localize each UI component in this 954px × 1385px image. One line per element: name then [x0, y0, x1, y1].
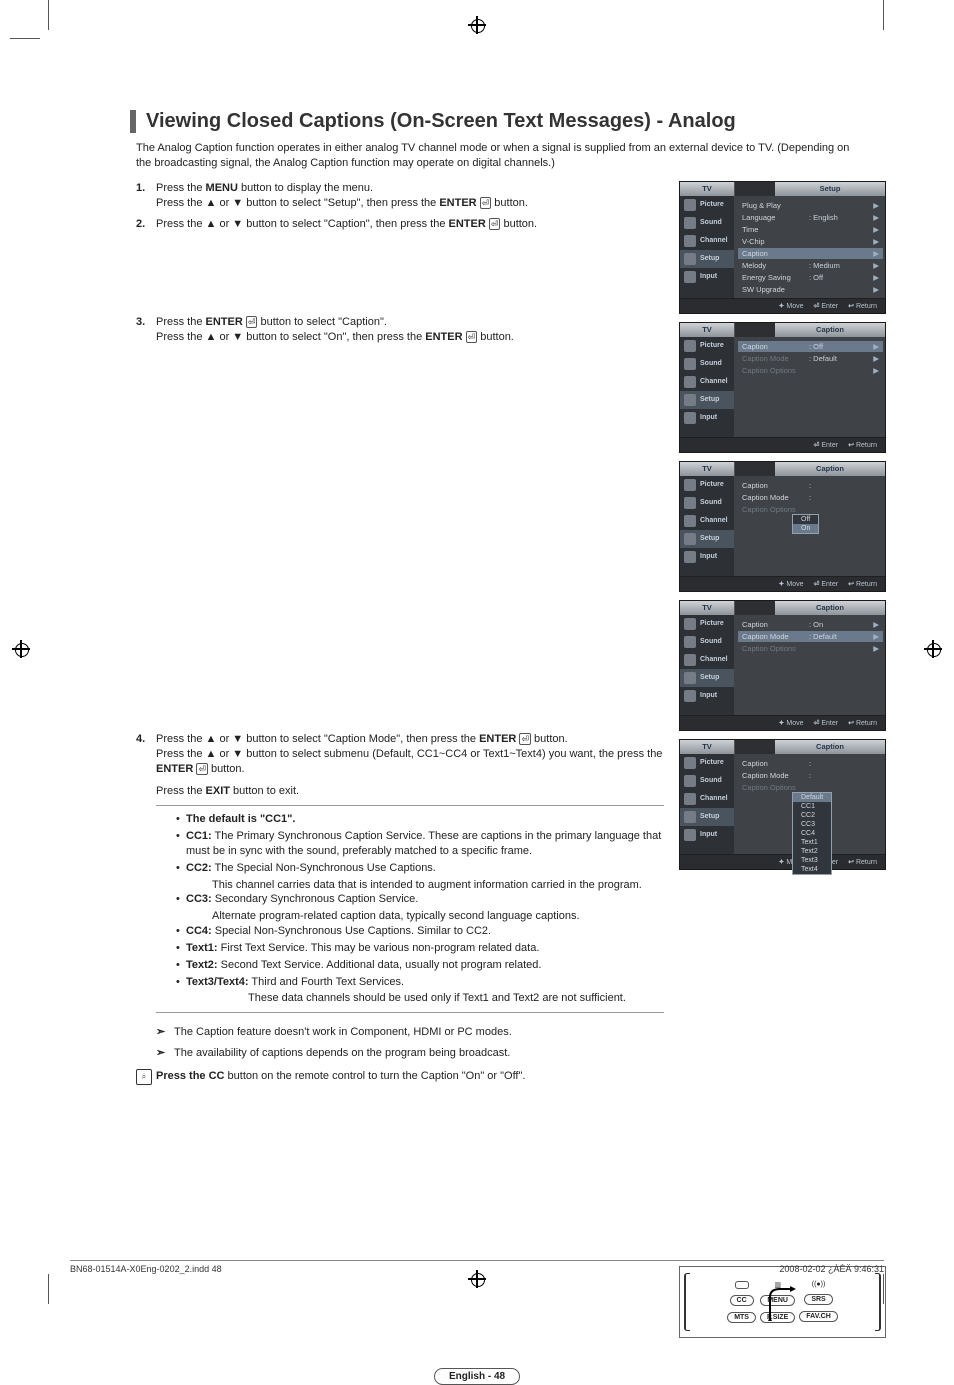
remote-mts-button: MTS: [727, 1312, 756, 1323]
step-4: 4. Press the ▲ or ▼ button to select "Ca…: [136, 732, 664, 1020]
intro-text: The Analog Caption function operates in …: [136, 141, 864, 171]
note-1: ➣The Caption feature doesn't work in Com…: [156, 1025, 664, 1040]
osd-screenshot: TVCaption PictureSoundChannelSetupInput …: [679, 739, 886, 870]
osd-screenshot: TVCaption PictureSoundChannelSetupInput …: [679, 461, 886, 592]
remote-badge-icon: ⌕: [136, 1069, 152, 1085]
osd-screenshot: TVCaption PictureSoundChannelSetupInput …: [679, 322, 886, 453]
remote-fav-button: FAV.CH: [799, 1311, 838, 1322]
step-3: 3. Press the ENTER ⏎ button to select "C…: [136, 315, 664, 346]
enter-icon: ⏎: [196, 763, 208, 775]
enter-icon: ⏎: [489, 218, 501, 230]
enter-icon: ⏎: [246, 316, 258, 328]
enter-icon: ⏎: [519, 733, 531, 745]
step-2: 2. Press the ▲ or ▼ button to select "Ca…: [136, 217, 664, 232]
page-number: English - 48: [70, 1368, 884, 1385]
remote-cc-button: CC: [730, 1295, 754, 1306]
remote-diagram: CC MTS ▥ MENU P.SIZE ((●)) SRS FAV.CH: [679, 1266, 886, 1338]
step-1: 1. Press the MENU button to display the …: [136, 181, 664, 212]
section-title: Viewing Closed Captions (On-Screen Text …: [130, 110, 884, 133]
enter-icon: ⏎: [466, 331, 478, 343]
enter-icon: ⏎: [480, 197, 492, 209]
osd-screenshot: TVCaption PictureSoundChannelSetupInput …: [679, 600, 886, 731]
note-2: ➣The availability of captions depends on…: [156, 1046, 664, 1061]
cc-press-note: ⌕ Press the CC button on the remote cont…: [136, 1069, 664, 1085]
osd-screenshot: TVSetup PictureSoundChannelSetupInput Pl…: [679, 181, 886, 314]
page-title: Viewing Closed Captions (On-Screen Text …: [146, 110, 884, 133]
print-footer: BN68-01514A-X0Eng-0202_2.indd 48 2008-02…: [70, 1264, 884, 1274]
